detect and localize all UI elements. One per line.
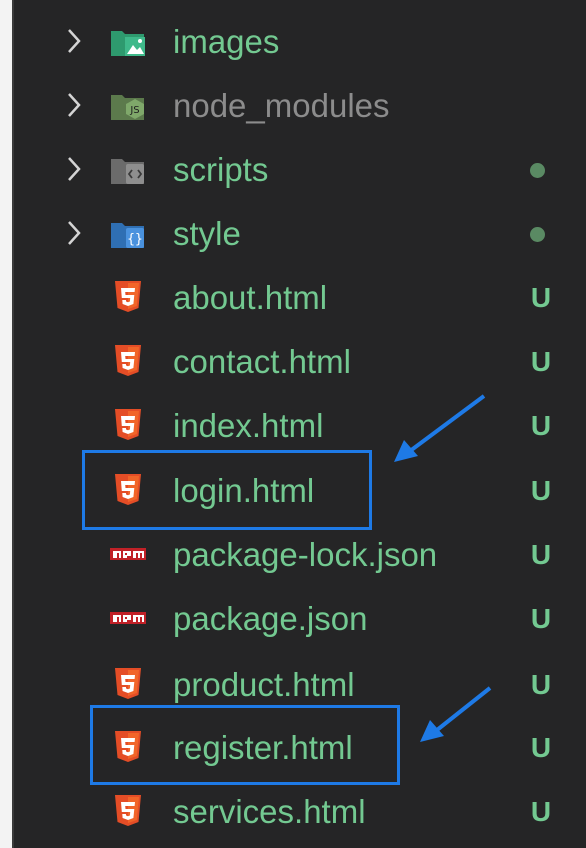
file-explorer: images JS node_modules scripts {} style bbox=[12, 0, 586, 848]
untracked-badge: U bbox=[530, 475, 552, 506]
file-label: package-lock.json bbox=[173, 536, 438, 573]
node-modules-folder-icon: JS bbox=[111, 95, 144, 120]
folder-item-scripts[interactable]: scripts bbox=[12, 138, 586, 202]
chevron-right-icon[interactable] bbox=[64, 219, 84, 247]
folder-item-images[interactable]: images bbox=[12, 10, 586, 74]
untracked-badge: U bbox=[530, 669, 552, 700]
file-label: product.html bbox=[173, 666, 355, 703]
style-folder-icon: {} bbox=[111, 223, 144, 248]
untracked-badge: U bbox=[530, 282, 552, 313]
html5-icon bbox=[115, 281, 141, 312]
untracked-badge: U bbox=[530, 410, 552, 441]
arrow-icon bbox=[420, 686, 492, 742]
svg-text:JS: JS bbox=[129, 105, 139, 116]
html5-icon bbox=[115, 345, 141, 376]
file-item-services[interactable]: services.html U bbox=[12, 780, 586, 844]
chevron-right-icon[interactable] bbox=[64, 91, 84, 119]
file-label: about.html bbox=[173, 279, 328, 316]
file-label: index.html bbox=[173, 407, 324, 444]
file-label: services.html bbox=[173, 793, 366, 830]
html5-icon bbox=[115, 668, 141, 699]
untracked-badge: U bbox=[530, 346, 552, 377]
file-label: package.json bbox=[173, 600, 368, 637]
untracked-badge: U bbox=[530, 539, 552, 570]
untracked-badge: U bbox=[530, 603, 552, 634]
untracked-badge: U bbox=[530, 796, 552, 827]
file-item-about[interactable]: about.html U bbox=[12, 266, 586, 330]
untracked-badge: U bbox=[530, 732, 552, 763]
modified-dot-icon bbox=[530, 163, 545, 178]
chevron-right-icon[interactable] bbox=[64, 155, 84, 183]
svg-text:{}: {} bbox=[127, 232, 143, 247]
folder-label: images bbox=[173, 23, 280, 60]
html5-icon bbox=[115, 409, 141, 440]
folder-item-node-modules[interactable]: JS node_modules bbox=[12, 74, 586, 138]
folder-item-style[interactable]: {} style bbox=[12, 202, 586, 266]
html5-icon bbox=[115, 795, 141, 826]
folder-label: node_modules bbox=[173, 87, 390, 124]
file-item-contact[interactable]: contact.html U bbox=[12, 330, 586, 394]
file-item-index[interactable]: index.html U bbox=[12, 394, 586, 458]
images-folder-icon bbox=[111, 31, 145, 56]
modified-dot-icon bbox=[530, 227, 545, 242]
folder-label: style bbox=[173, 215, 241, 252]
highlight-box-login bbox=[82, 450, 372, 530]
chevron-right-icon[interactable] bbox=[64, 27, 84, 55]
npm-icon bbox=[110, 612, 146, 624]
file-item-package[interactable]: package.json U bbox=[12, 587, 586, 651]
file-item-package-lock[interactable]: package-lock.json U bbox=[12, 523, 586, 587]
scripts-folder-icon bbox=[111, 159, 144, 184]
npm-icon bbox=[110, 548, 146, 560]
arrow-icon bbox=[394, 394, 486, 462]
highlight-box-register bbox=[90, 705, 400, 785]
folder-label: scripts bbox=[173, 151, 269, 188]
file-label: contact.html bbox=[173, 343, 351, 380]
